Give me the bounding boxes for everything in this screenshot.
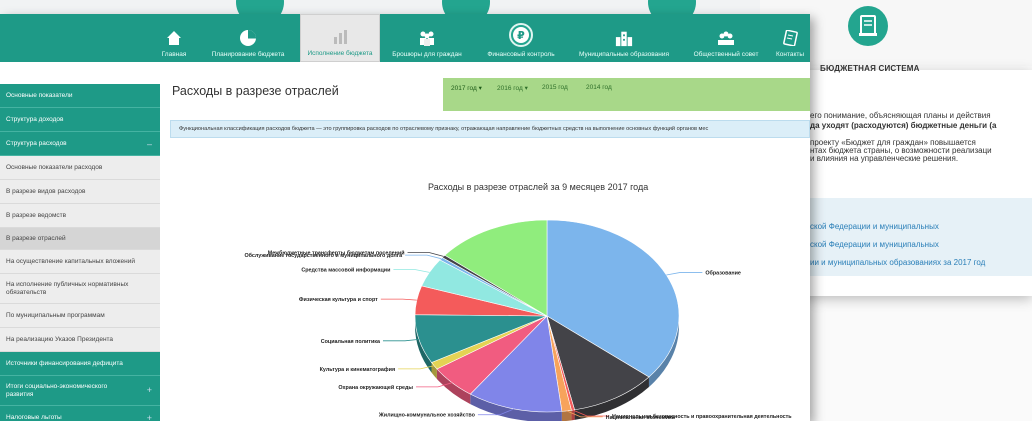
nav-label: Исполнение бюджета (307, 50, 373, 57)
sidebar-subitem[interactable]: В разрезе ведомств (0, 204, 160, 228)
background-link[interactable]: ской Федерации и муниципальных (810, 240, 939, 249)
pie-label-connector (666, 272, 703, 276)
pie-slice-label: Межбюджетные трансферты бюджетам поселен… (268, 250, 405, 257)
nav-label: Планирование бюджета (211, 51, 285, 58)
tab-label: 2016 год (497, 85, 523, 92)
pie-slice-label: Жилищно-коммунальное хозяйство (378, 412, 476, 419)
buildings-icon (615, 29, 633, 47)
nav-municipalities[interactable]: Муниципальные образования (570, 14, 678, 62)
pie-slice-side (571, 409, 575, 421)
sidebar-subitem[interactable]: На исполнение публичных нормативных обяз… (0, 274, 160, 304)
background-title: БЮДЖЕТНАЯ СИСТЕМА (820, 64, 920, 73)
sidebar-subitem[interactable]: В разрезе видов расходов (0, 180, 160, 204)
tab-year-2014[interactable]: 2014 год (586, 84, 612, 91)
sidebar-item-label: В разрезе видов расходов (6, 188, 86, 195)
pie-label-connector (405, 254, 442, 260)
sidebar-item-label: На реализацию Указов Президента (6, 336, 114, 343)
bar-chart-icon (331, 28, 349, 46)
sidebar-subitem-active[interactable]: В разрезе отраслей (0, 228, 160, 250)
home-icon (165, 29, 183, 47)
sidebar-item-label: По муниципальным программам (6, 312, 105, 319)
background-link[interactable]: ской Федерации и муниципальных (810, 222, 939, 231)
sidebar-item-socio-economic[interactable]: Итоги социально-экономического развития + (0, 376, 160, 406)
budget-system-icon (848, 6, 888, 46)
pie-slice-label: Культура и кинематография (320, 366, 395, 373)
nav-label: Главная (161, 51, 187, 58)
sidebar-item-main-indicators[interactable]: Основные показатели (0, 84, 160, 108)
pie-label-connector (382, 338, 420, 342)
contacts-icon (781, 29, 799, 47)
nav-brochures[interactable]: Брошюры для граждан (384, 14, 470, 62)
council-icon (717, 29, 735, 47)
sidebar-item-label: В разрезе ведомств (6, 212, 67, 219)
tab-year-2015[interactable]: 2015 год (542, 84, 568, 91)
nav-public-council[interactable]: Общественный совет (686, 14, 766, 62)
pie-label-connector (393, 269, 430, 273)
svg-text:₽: ₽ (517, 29, 525, 42)
nav-label: Общественный совет (693, 51, 759, 58)
nav-planning[interactable]: Планирование бюджета (205, 14, 291, 62)
nav-label: Брошюры для граждан (392, 51, 462, 58)
sidebar-subitem[interactable]: На осуществление капитальных вложений (0, 250, 160, 274)
tab-year-2016[interactable]: 2016 год ▾ (497, 84, 528, 92)
page-title: Расходы в разрезе отраслей (172, 84, 339, 98)
background-link[interactable]: ии и муниципальных образованиях за 2017 … (810, 258, 985, 267)
nav-execution[interactable]: Исполнение бюджета (300, 14, 380, 62)
background-text-line: да уходят (расходуются) бюджетные деньги… (810, 121, 997, 130)
main-window: Главная Планирование бюджета Исполнение … (0, 14, 810, 421)
sidebar-item-label: На исполнение публичных нормативных обяз… (6, 280, 129, 296)
pie-slice-label: Социальная политика (321, 339, 381, 345)
sidebar-item-label: Источники финансирования дефицита (6, 360, 123, 367)
chevron-down-icon: ▾ (478, 85, 482, 92)
sidebar-item-revenue-structure[interactable]: Структура доходов (0, 108, 160, 132)
chart-title: Расходы в разрезе отраслей за 9 месяцев … (428, 182, 649, 192)
tab-label: 2015 год (542, 84, 568, 91)
nav-home[interactable]: Главная (162, 14, 186, 62)
background-text-line: его понимание, объясняющая планы и дейст… (810, 111, 991, 120)
sidebar-item-label: Структура доходов (6, 116, 64, 123)
nav-financial-control[interactable]: ₽ Финансовый контроль (480, 14, 562, 62)
nav-label: Контакты (775, 51, 805, 58)
tab-label: 2014 год (586, 84, 612, 91)
sidebar-item-label: Основные показатели (6, 92, 73, 99)
sidebar-subitem[interactable]: По муниципальным программам (0, 304, 160, 328)
sidebar-item-label: Основные показатели расходов (6, 164, 103, 171)
pie-label-connector (407, 252, 444, 257)
pie-slice-label: Физическая культура и спорт (299, 297, 378, 303)
background-text-line: и влияния на управленческие решения. (810, 154, 959, 163)
pie-slice-label: Национальная экономика (606, 415, 676, 421)
sidebar-item-deficit-sources[interactable]: Источники финансирования дефицита (0, 352, 160, 376)
people-icon (418, 29, 436, 47)
pie-slice-label: Охрана окружающей среды (338, 384, 413, 391)
sidebar-item-label: На осуществление капитальных вложений (6, 258, 135, 265)
expand-toggle-icon[interactable]: + (147, 413, 152, 421)
pie-icon (239, 29, 257, 47)
tab-label: 2017 год (451, 85, 477, 92)
collapse-toggle-icon[interactable]: – (147, 139, 152, 149)
sidebar-item-tax-benefits[interactable]: Налоговые льготы + (0, 406, 160, 421)
pie-chart: ОбразованиеНациональная безопасность и п… (244, 219, 792, 421)
pie-label-connector (380, 298, 417, 301)
year-tabs (443, 78, 810, 111)
top-nav-bar: Главная Планирование бюджета Исполнение … (0, 14, 810, 62)
sidebar-subitem[interactable]: Основные показатели расходов (0, 156, 160, 180)
tab-year-2017[interactable]: 2017 год ▾ (451, 84, 482, 92)
nav-contacts[interactable]: Контакты (772, 14, 808, 62)
pie-slice-label: Образование (705, 269, 741, 276)
sidebar-item-label: Итоги социально-экономического развития (6, 382, 108, 398)
ruble-icon: ₽ (509, 23, 533, 47)
chevron-down-icon: ▾ (524, 85, 528, 92)
sidebar-item-expense-structure[interactable]: Структура расходов – (0, 132, 160, 156)
sidebar-item-label: В разрезе отраслей (6, 235, 66, 242)
expand-toggle-icon[interactable]: + (147, 385, 152, 396)
sidebar-item-label: Структура расходов (6, 140, 67, 147)
sidebar-subitem[interactable]: На реализацию Указов Президента (0, 328, 160, 352)
pie-slice-label: Средства массовой информации (301, 267, 390, 274)
info-banner: Функциональная классификация расходов бю… (170, 120, 810, 138)
sidebar: Основные показатели Структура доходов Ст… (0, 76, 160, 421)
nav-label: Муниципальные образования (578, 51, 670, 58)
nav-label: Финансовый контроль (487, 51, 555, 58)
sidebar-item-label: Налоговые льготы (6, 414, 62, 421)
